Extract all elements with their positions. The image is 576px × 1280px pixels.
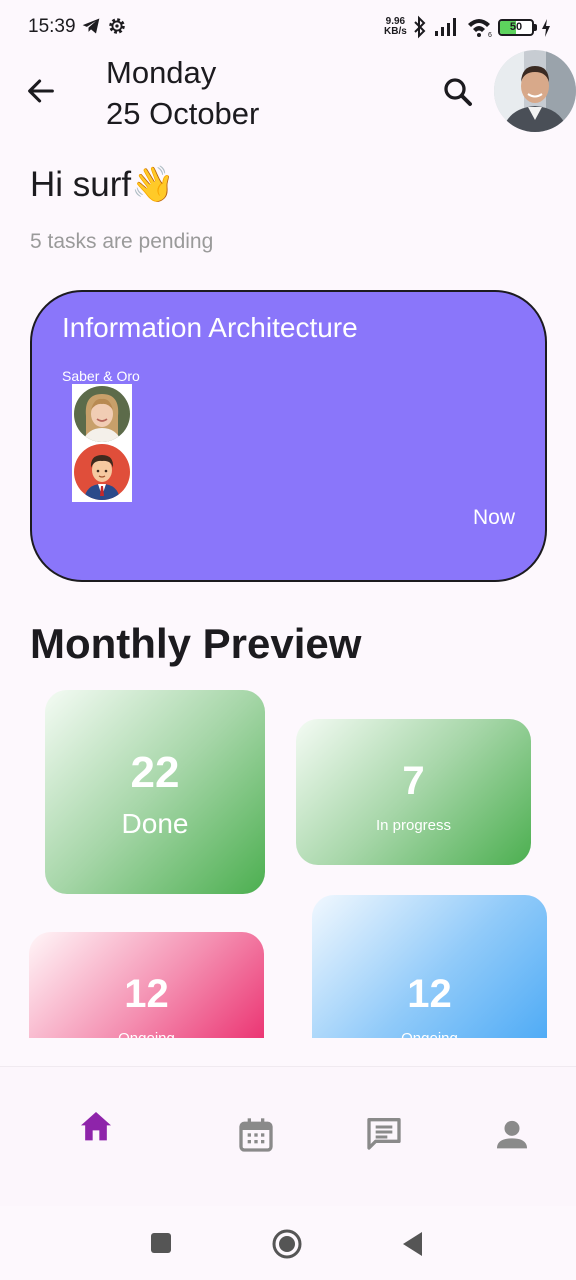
member-avatars: [72, 384, 132, 502]
battery-cap: [534, 24, 537, 31]
stat-label: Ongoing: [29, 1030, 264, 1038]
stat-value: 12: [407, 972, 452, 1016]
calendar-icon[interactable]: [236, 1115, 276, 1155]
net-speed: 9.96 KB/s: [384, 17, 407, 37]
profile-avatar[interactable]: [494, 50, 576, 132]
header-weekday: Monday: [106, 55, 217, 90]
person-icon[interactable]: [492, 1115, 532, 1155]
pending-tasks-text: 5 tasks are pending: [30, 230, 214, 253]
monthly-preview-title: Monthly Preview: [30, 620, 362, 667]
stats-grid: 22 Done 7 In progress 12 Ongoing 12 Ongo…: [0, 680, 576, 1038]
stat-card-ongoing-pink[interactable]: 12 Ongoing: [29, 932, 264, 1038]
status-bar: 15:39 9.96 KB/s 6 50: [0, 0, 576, 56]
recents-button[interactable]: [148, 1230, 174, 1256]
stat-value: 7: [402, 759, 425, 803]
stat-value: 22: [130, 748, 180, 797]
stat-label: Done: [121, 808, 189, 839]
task-members: Saber & Oro: [62, 368, 140, 384]
task-card[interactable]: Information Architecture Saber & Oro Now: [30, 290, 547, 582]
arrow-back-icon[interactable]: [24, 74, 58, 108]
battery-icon: 50: [498, 19, 534, 36]
search-icon[interactable]: [440, 74, 476, 110]
task-time: Now: [472, 506, 515, 529]
member-avatar-man: [74, 444, 130, 500]
svg-text:6: 6: [488, 32, 492, 38]
charging-icon: [542, 19, 550, 37]
stat-card-in-progress[interactable]: 7 In progress: [296, 719, 531, 865]
bottom-nav: [0, 1066, 576, 1206]
stat-label: Ongoing: [312, 1030, 547, 1038]
bluetooth-icon: [414, 15, 426, 39]
settings-icon: [109, 18, 125, 34]
task-title: Information Architecture: [62, 312, 358, 343]
battery-level: 50: [509, 21, 523, 33]
stat-card-done[interactable]: 22 Done: [45, 690, 265, 894]
telegram-icon: [82, 18, 100, 34]
header-day: 25 October: [106, 96, 260, 131]
wifi-icon: 6: [468, 19, 492, 38]
header-date: Monday 25 October: [106, 52, 259, 134]
stat-label: In progress: [375, 817, 452, 834]
system-nav-bar: [0, 1206, 576, 1280]
back-button[interactable]: [400, 1230, 426, 1258]
chat-icon[interactable]: [364, 1113, 404, 1153]
stat-card-ongoing-blue[interactable]: 12 Ongoing: [312, 895, 547, 1038]
home-button[interactable]: [271, 1228, 303, 1260]
greeting-title: Hi surf👋: [30, 165, 175, 204]
signal-icon: [435, 18, 456, 36]
stat-value: 12: [124, 972, 169, 1016]
status-time: 15:39: [28, 16, 76, 37]
net-speed-unit: KB/s: [384, 26, 407, 37]
home-icon[interactable]: [76, 1107, 116, 1147]
member-avatar-woman: [74, 386, 130, 442]
